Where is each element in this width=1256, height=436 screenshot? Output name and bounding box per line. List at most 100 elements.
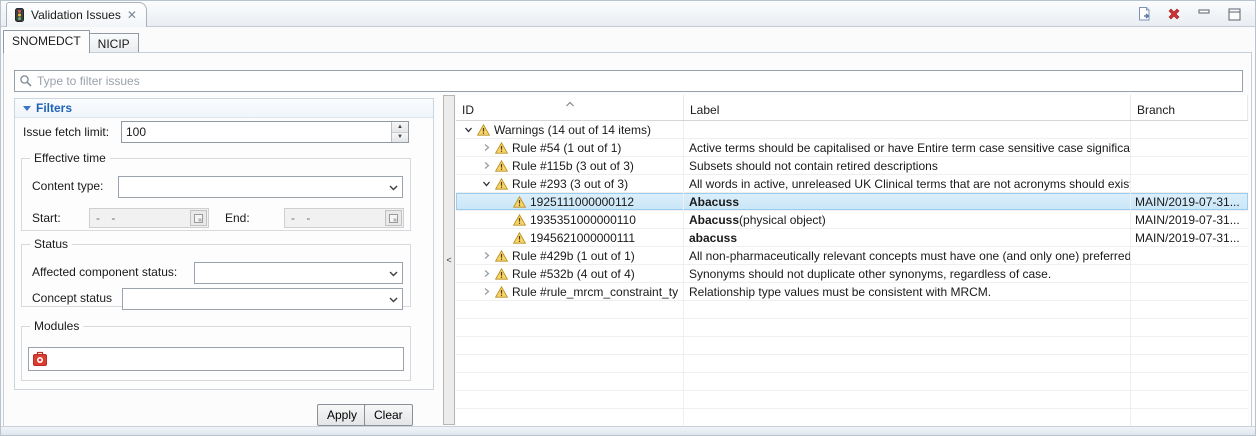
- cell-id: Rule #532b (4 out of 4): [456, 265, 684, 282]
- table-header: ID Label Branch: [456, 95, 1248, 121]
- cell-id: 1925111000000112: [456, 193, 684, 210]
- tab-nicip[interactable]: NICIP: [89, 33, 139, 53]
- cell-label: Synonyms should not duplicate other syno…: [684, 265, 1131, 282]
- content-type-combo[interactable]: [118, 176, 403, 198]
- cell-label: [684, 409, 1131, 426]
- start-date-field[interactable]: - -: [89, 208, 209, 228]
- chevron-down-icon[interactable]: [460, 125, 476, 134]
- tree-row[interactable]: 1935351000000110Abacuss (physical object…: [456, 211, 1248, 229]
- tree-row[interactable]: Rule #115b (3 out of 3)Subsets should no…: [456, 157, 1248, 175]
- end-date-field[interactable]: - -: [284, 208, 404, 228]
- cell-branch: [1131, 319, 1248, 336]
- start-date-value: - -: [90, 211, 190, 225]
- column-header-label-label: Label: [690, 103, 719, 117]
- cell-label: [684, 319, 1131, 336]
- traffic-light-icon: [14, 8, 25, 23]
- row-label-text: All words in active, unreleased UK Clini…: [689, 177, 1131, 191]
- tree-row[interactable]: Rule #532b (4 out of 4) Synonyms should n…: [456, 265, 1248, 283]
- minimize-icon: [1198, 9, 1211, 20]
- row-label-bold-text: Abacuss: [689, 195, 739, 209]
- spinner-buttons[interactable]: ▲ ▼: [391, 122, 408, 142]
- export-report-button[interactable]: [1135, 5, 1153, 23]
- chevron-down-icon: [23, 106, 31, 111]
- content-area: Filters Issue fetch limit: 100 ▲ ▼ Effec…: [3, 52, 1252, 426]
- chevron-down-icon[interactable]: [478, 179, 494, 188]
- view-tab-validation-issues[interactable]: Validation Issues ✕: [6, 2, 147, 27]
- cell-id: Rule #rule_mrcm_constraint_ty: [456, 283, 684, 300]
- column-header-id[interactable]: ID: [456, 95, 684, 120]
- collapse-sash[interactable]: <: [443, 95, 455, 425]
- tree-row[interactable]: Rule #293 (3 out of 3) All words in activ…: [456, 175, 1248, 193]
- calendar-picker-icon[interactable]: [190, 210, 207, 226]
- calendar-picker-icon[interactable]: [385, 210, 402, 226]
- filters-section-header[interactable]: Filters: [15, 99, 433, 118]
- search-input[interactable]: [14, 70, 1243, 92]
- spinner-up-icon[interactable]: ▲: [392, 122, 408, 133]
- affected-component-status-combo[interactable]: [194, 262, 403, 284]
- tree-row[interactable]: Warnings (14 out of 14 items): [456, 121, 1248, 139]
- chevron-right-icon[interactable]: [478, 251, 494, 260]
- cell-branch: [1131, 121, 1248, 138]
- tree-row[interactable]: 1925111000000112 Abacuss MAIN/2019-07-31..…: [456, 193, 1248, 211]
- issues-tree-table: ID Label Branch Warnings (14 out of 14 i…: [456, 95, 1248, 427]
- affected-component-status-label: Affected component status:: [32, 265, 177, 279]
- view-toolbar: [1135, 5, 1243, 23]
- empty-row: [456, 391, 1248, 409]
- cell-label: abacuss: [684, 229, 1131, 246]
- chevron-right-icon[interactable]: [478, 287, 494, 296]
- warning-icon: [512, 232, 527, 244]
- concept-status-label: Concept status: [32, 291, 112, 305]
- column-header-id-label: ID: [462, 103, 474, 117]
- tree-row[interactable]: Rule #54 (1 out of 1)Active terms should…: [456, 139, 1248, 157]
- tree-row[interactable]: Rule #429b (1 out of 1)All non-pharmaceu…: [456, 247, 1248, 265]
- row-label-text: Active terms should be capitalised or ha…: [689, 141, 1131, 155]
- column-header-branch[interactable]: Branch: [1131, 95, 1248, 120]
- warning-icon: [476, 124, 491, 136]
- chevron-right-icon[interactable]: [478, 269, 494, 278]
- maximize-icon: [1228, 8, 1241, 21]
- cell-id: [456, 373, 684, 390]
- cell-branch: [1131, 337, 1248, 354]
- cell-branch: MAIN/2019-07-31...: [1131, 193, 1248, 210]
- chevron-right-icon[interactable]: [478, 161, 494, 170]
- issue-fetch-limit-spinner[interactable]: 100 ▲ ▼: [121, 121, 409, 143]
- cell-branch: [1131, 301, 1248, 318]
- new-report-page-icon: [1136, 6, 1152, 22]
- cell-branch: [1131, 139, 1248, 156]
- remove-all-button[interactable]: [1165, 5, 1183, 23]
- effective-time-group: Effective time Content type: Start: - -: [21, 151, 411, 231]
- modules-input[interactable]: [28, 347, 404, 371]
- cell-label: [684, 391, 1131, 408]
- filters-section-label: Filters: [36, 101, 72, 115]
- apply-button[interactable]: Apply: [317, 404, 367, 426]
- end-date-value: - -: [285, 211, 385, 225]
- row-id-text: 1925111000000112: [527, 195, 634, 209]
- cell-id: [456, 355, 684, 372]
- empty-row: [456, 409, 1248, 427]
- tree-row[interactable]: Rule #rule_mrcm_constraint_ty Relationshi…: [456, 283, 1248, 301]
- empty-row: [456, 355, 1248, 373]
- spinner-down-icon[interactable]: ▼: [392, 133, 408, 143]
- cell-branch: [1131, 283, 1248, 300]
- clear-button[interactable]: Clear: [364, 404, 413, 426]
- row-id-text: 1935351000000110: [527, 213, 636, 227]
- row-id-text: Warnings (14 out of 14 items): [491, 123, 651, 137]
- cell-id: 1935351000000110: [456, 211, 684, 228]
- row-id-text: Rule #293 (3 out of 3): [509, 177, 628, 191]
- issue-fetch-limit-value: 100: [122, 122, 391, 142]
- cell-branch: [1131, 373, 1248, 390]
- row-label-text: Synonyms should not duplicate other syno…: [689, 267, 1051, 281]
- column-header-label[interactable]: Label: [684, 95, 1131, 120]
- tab-snomedct[interactable]: SNOMEDCT: [3, 30, 90, 53]
- tree-row[interactable]: 1945621000000111abacussMAIN/2019-07-31..…: [456, 229, 1248, 247]
- chevron-right-icon[interactable]: [478, 143, 494, 152]
- warning-icon: [494, 286, 509, 298]
- row-id-text: Rule #rule_mrcm_constraint_ty: [509, 285, 678, 299]
- cell-branch: [1131, 391, 1248, 408]
- close-icon[interactable]: ✕: [127, 9, 137, 21]
- minimize-button[interactable]: [1195, 5, 1213, 23]
- maximize-button[interactable]: [1225, 5, 1243, 23]
- concept-status-combo[interactable]: [122, 288, 403, 310]
- cell-label: Relationship type values must be consist…: [684, 283, 1131, 300]
- empty-row: [456, 319, 1248, 337]
